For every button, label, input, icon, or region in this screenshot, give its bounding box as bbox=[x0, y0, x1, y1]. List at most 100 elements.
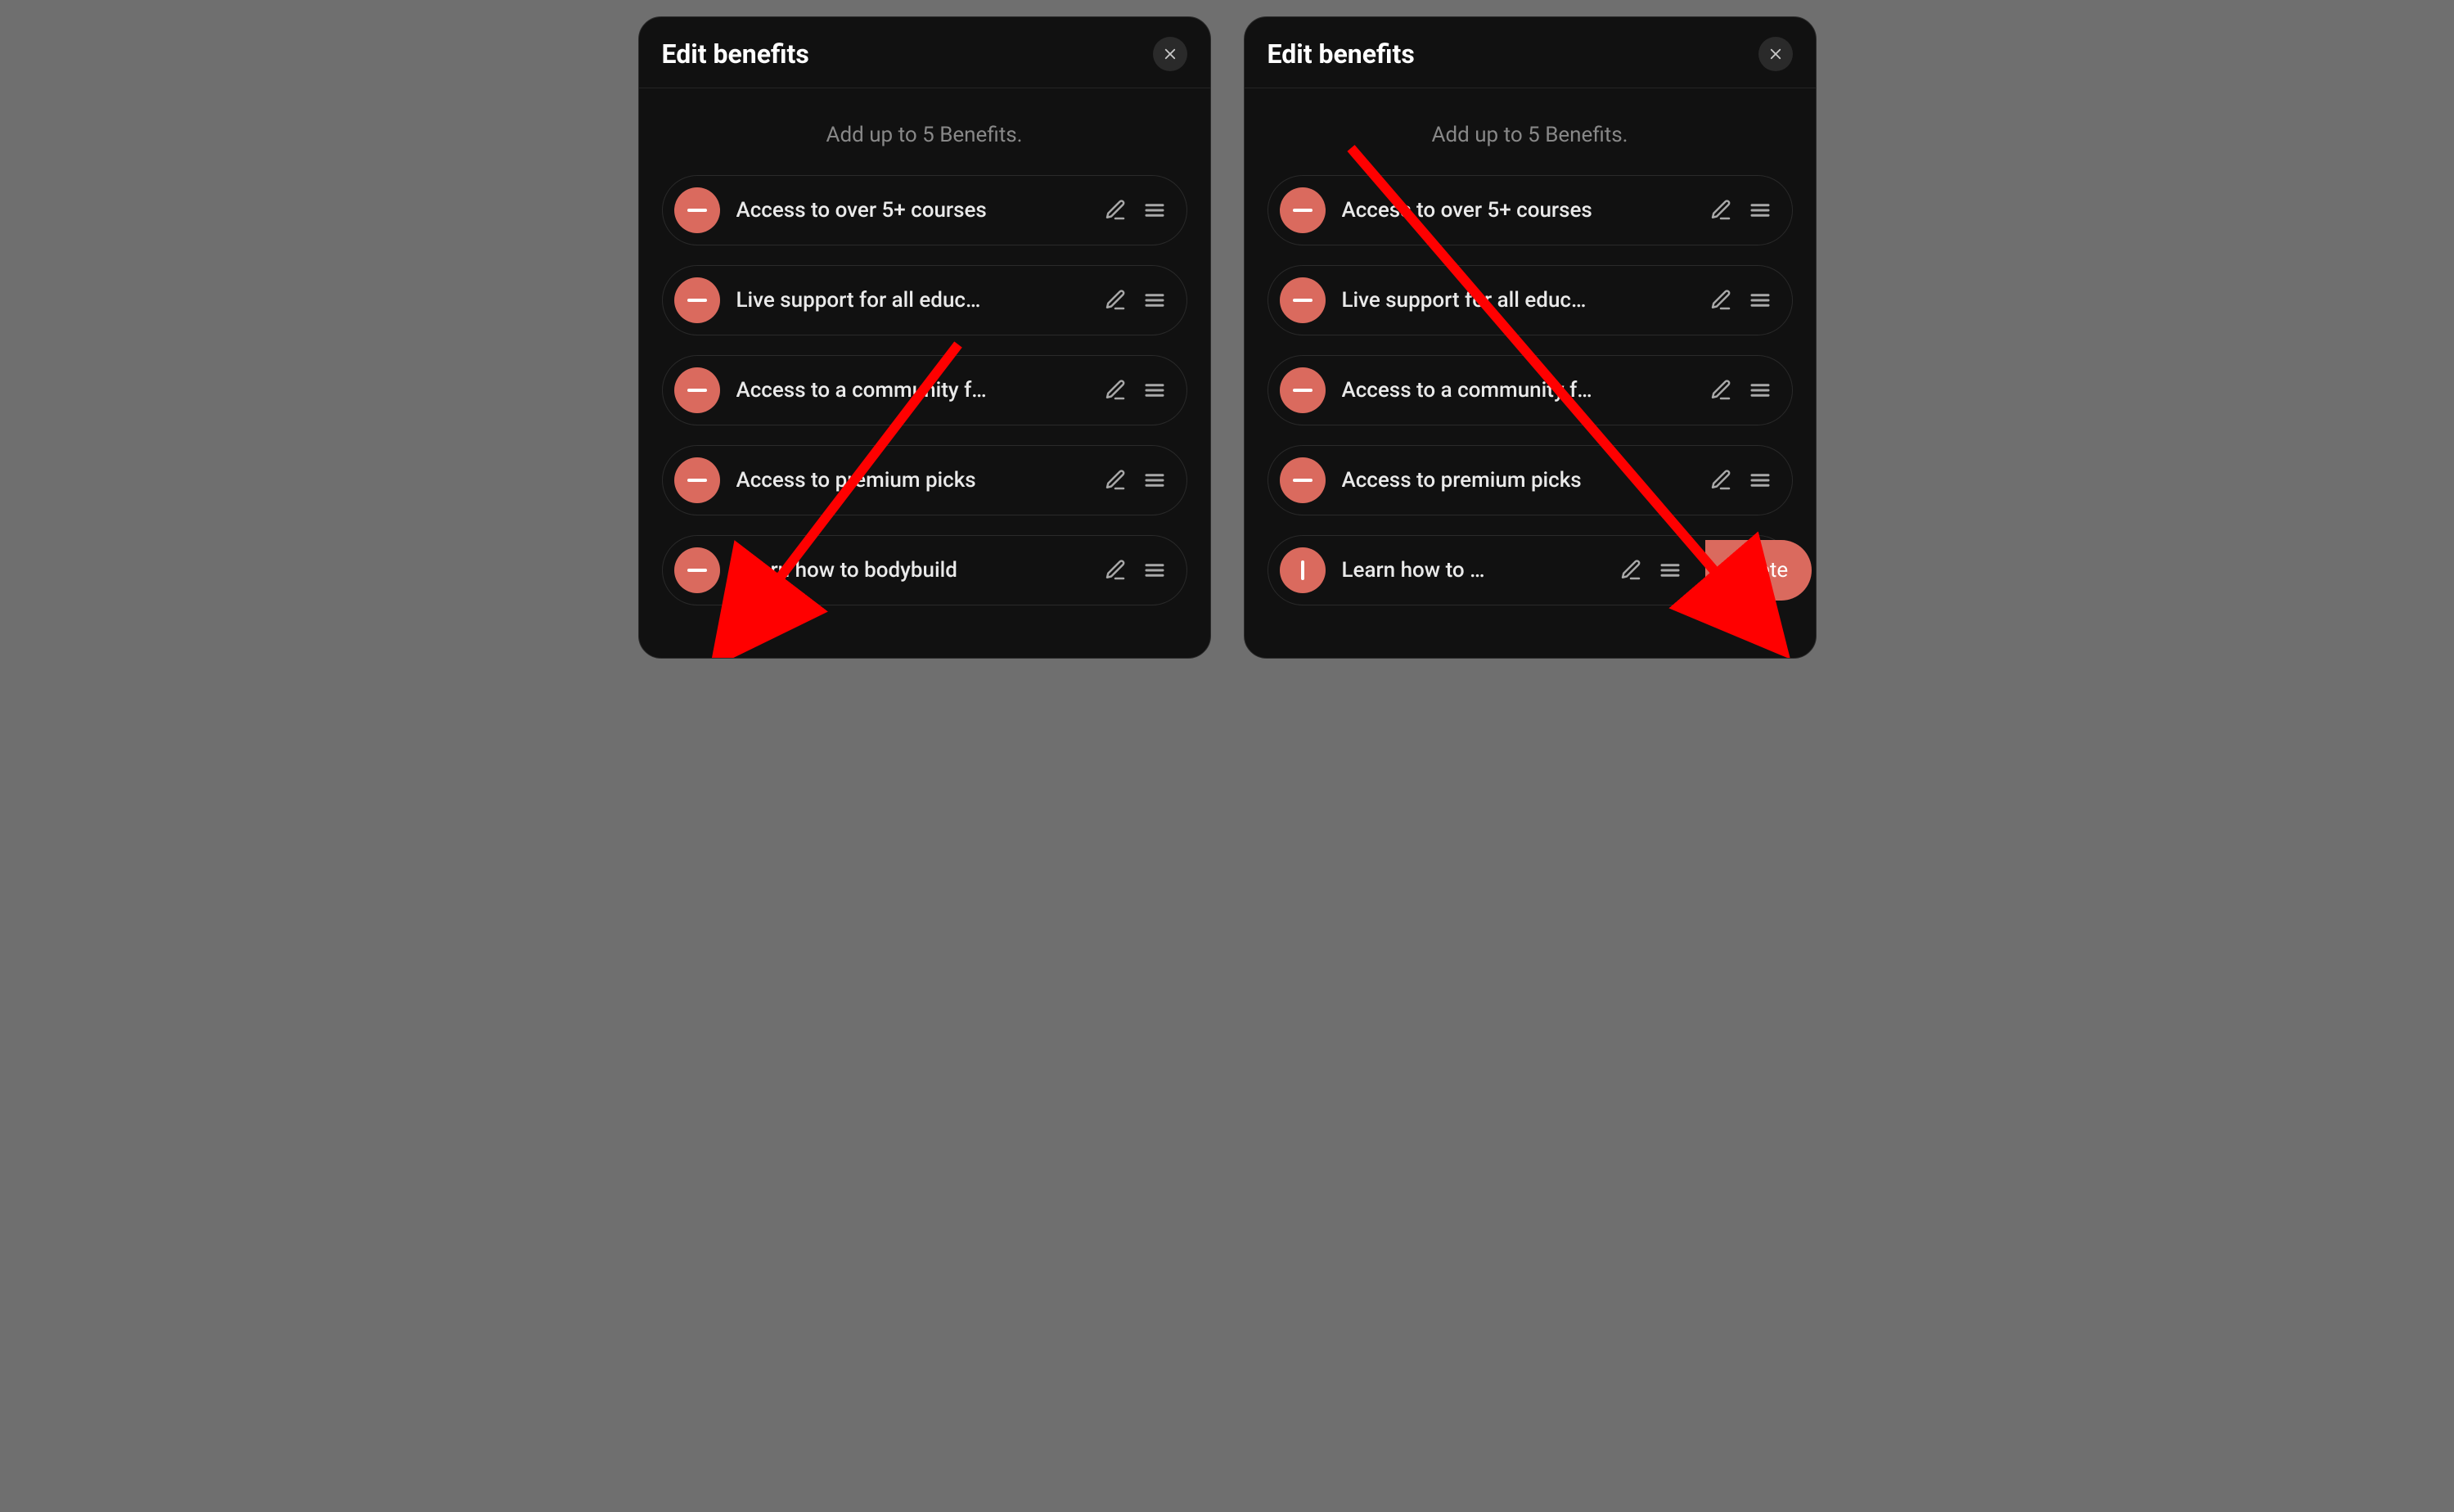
minus-icon bbox=[687, 299, 707, 302]
row-actions bbox=[1709, 378, 1772, 403]
benefit-row[interactable]: Access to premium picks bbox=[662, 445, 1187, 515]
benefit-row[interactable]: Access to a community f… bbox=[662, 355, 1187, 425]
menu-icon bbox=[1142, 378, 1167, 403]
row-actions bbox=[1103, 468, 1167, 493]
pencil-icon bbox=[1709, 198, 1733, 223]
close-icon bbox=[1163, 47, 1177, 61]
benefit-row[interactable]: Access to a community f… bbox=[1268, 355, 1793, 425]
pencil-icon bbox=[1103, 378, 1128, 403]
remove-button[interactable] bbox=[1280, 457, 1326, 503]
benefit-label: Access to over 5+ courses bbox=[736, 198, 1087, 223]
drag-handle[interactable] bbox=[1142, 288, 1167, 313]
benefit-row[interactable]: Access to over 5+ courses bbox=[662, 175, 1187, 245]
menu-icon bbox=[1142, 558, 1167, 583]
row-actions bbox=[1103, 378, 1167, 403]
minus-icon bbox=[1293, 209, 1313, 212]
edit-button[interactable] bbox=[1103, 558, 1128, 583]
edit-button[interactable] bbox=[1709, 288, 1733, 313]
remove-button[interactable] bbox=[1280, 187, 1326, 233]
menu-icon bbox=[1748, 198, 1772, 223]
drag-handle[interactable] bbox=[1748, 378, 1772, 403]
edit-benefits-panel-right: Edit benefits Add up to 5 Benefits. Acce… bbox=[1244, 16, 1817, 659]
edit-button[interactable] bbox=[1103, 288, 1128, 313]
benefit-row[interactable]: Learn how to bodybuild bbox=[662, 535, 1187, 605]
pencil-icon bbox=[1103, 288, 1128, 313]
benefit-row-delete-revealed[interactable]: Learn how to … Delete bbox=[1268, 535, 1793, 605]
menu-icon bbox=[1142, 198, 1167, 223]
close-icon bbox=[1768, 47, 1783, 61]
benefit-label: Access to a community f… bbox=[736, 378, 1087, 403]
row-actions bbox=[1619, 558, 1682, 583]
menu-icon bbox=[1748, 378, 1772, 403]
remove-button[interactable] bbox=[674, 457, 720, 503]
pencil-icon bbox=[1103, 198, 1128, 223]
remove-button[interactable] bbox=[1280, 277, 1326, 323]
remove-button[interactable] bbox=[1280, 367, 1326, 413]
row-actions bbox=[1709, 468, 1772, 493]
row-actions bbox=[1103, 558, 1167, 583]
edit-benefits-panel-left: Edit benefits Add up to 5 Benefits. Acce… bbox=[638, 16, 1211, 659]
benefit-label: Access to premium picks bbox=[736, 468, 1087, 493]
row-actions bbox=[1709, 198, 1772, 223]
benefit-label: Access to a community f… bbox=[1342, 378, 1692, 403]
minus-icon bbox=[687, 479, 707, 482]
pencil-icon bbox=[1103, 468, 1128, 493]
close-button[interactable] bbox=[1758, 37, 1793, 71]
close-button[interactable] bbox=[1153, 37, 1187, 71]
minus-icon bbox=[1293, 299, 1313, 302]
drag-handle[interactable] bbox=[1142, 198, 1167, 223]
edit-button[interactable] bbox=[1709, 198, 1733, 223]
minus-icon bbox=[687, 569, 707, 572]
panel-header: Edit benefits bbox=[1245, 17, 1816, 88]
edit-button[interactable] bbox=[1103, 378, 1128, 403]
panel-title: Edit benefits bbox=[662, 38, 809, 70]
benefit-row[interactable]: Access to over 5+ courses bbox=[1268, 175, 1793, 245]
drag-handle[interactable] bbox=[1748, 288, 1772, 313]
remove-button-active[interactable] bbox=[1280, 547, 1326, 593]
benefit-label: Access to premium picks bbox=[1342, 468, 1692, 493]
benefit-label: Live support for all educ… bbox=[736, 288, 1087, 313]
menu-icon bbox=[1658, 558, 1682, 583]
panel-subtitle: Add up to 5 Benefits. bbox=[1268, 123, 1793, 147]
benefit-row[interactable]: Live support for all educ… bbox=[662, 265, 1187, 335]
row-actions bbox=[1709, 288, 1772, 313]
remove-button[interactable] bbox=[674, 367, 720, 413]
menu-icon bbox=[1142, 288, 1167, 313]
menu-icon bbox=[1142, 468, 1167, 493]
pencil-icon bbox=[1103, 558, 1128, 583]
edit-button[interactable] bbox=[1619, 558, 1643, 583]
panel-header: Edit benefits bbox=[639, 17, 1210, 88]
remove-button[interactable] bbox=[674, 547, 720, 593]
pencil-icon bbox=[1709, 378, 1733, 403]
panel-body: Add up to 5 Benefits. Access to over 5+ … bbox=[639, 88, 1210, 633]
drag-handle[interactable] bbox=[1658, 558, 1682, 583]
remove-button[interactable] bbox=[674, 277, 720, 323]
drag-handle[interactable] bbox=[1748, 198, 1772, 223]
minus-icon bbox=[1293, 389, 1313, 392]
menu-icon bbox=[1748, 288, 1772, 313]
drag-handle[interactable] bbox=[1142, 378, 1167, 403]
pencil-icon bbox=[1709, 288, 1733, 313]
benefit-row[interactable]: Access to premium picks bbox=[1268, 445, 1793, 515]
edit-button[interactable] bbox=[1103, 468, 1128, 493]
row-actions bbox=[1103, 288, 1167, 313]
pencil-icon bbox=[1619, 558, 1643, 583]
drag-handle[interactable] bbox=[1748, 468, 1772, 493]
vertical-bar-icon bbox=[1301, 560, 1304, 580]
edit-button[interactable] bbox=[1709, 378, 1733, 403]
edit-button[interactable] bbox=[1103, 198, 1128, 223]
remove-button[interactable] bbox=[674, 187, 720, 233]
panel-title: Edit benefits bbox=[1268, 38, 1415, 70]
minus-icon bbox=[1293, 479, 1313, 482]
benefit-row[interactable]: Live support for all educ… bbox=[1268, 265, 1793, 335]
minus-icon bbox=[687, 209, 707, 212]
edit-button[interactable] bbox=[1709, 468, 1733, 493]
benefit-label: Learn how to … bbox=[1342, 558, 1602, 583]
row-actions bbox=[1103, 198, 1167, 223]
benefit-label: Live support for all educ… bbox=[1342, 288, 1692, 313]
delete-button[interactable]: Delete bbox=[1705, 540, 1812, 601]
drag-handle[interactable] bbox=[1142, 468, 1167, 493]
menu-icon bbox=[1748, 468, 1772, 493]
drag-handle[interactable] bbox=[1142, 558, 1167, 583]
minus-icon bbox=[687, 389, 707, 392]
